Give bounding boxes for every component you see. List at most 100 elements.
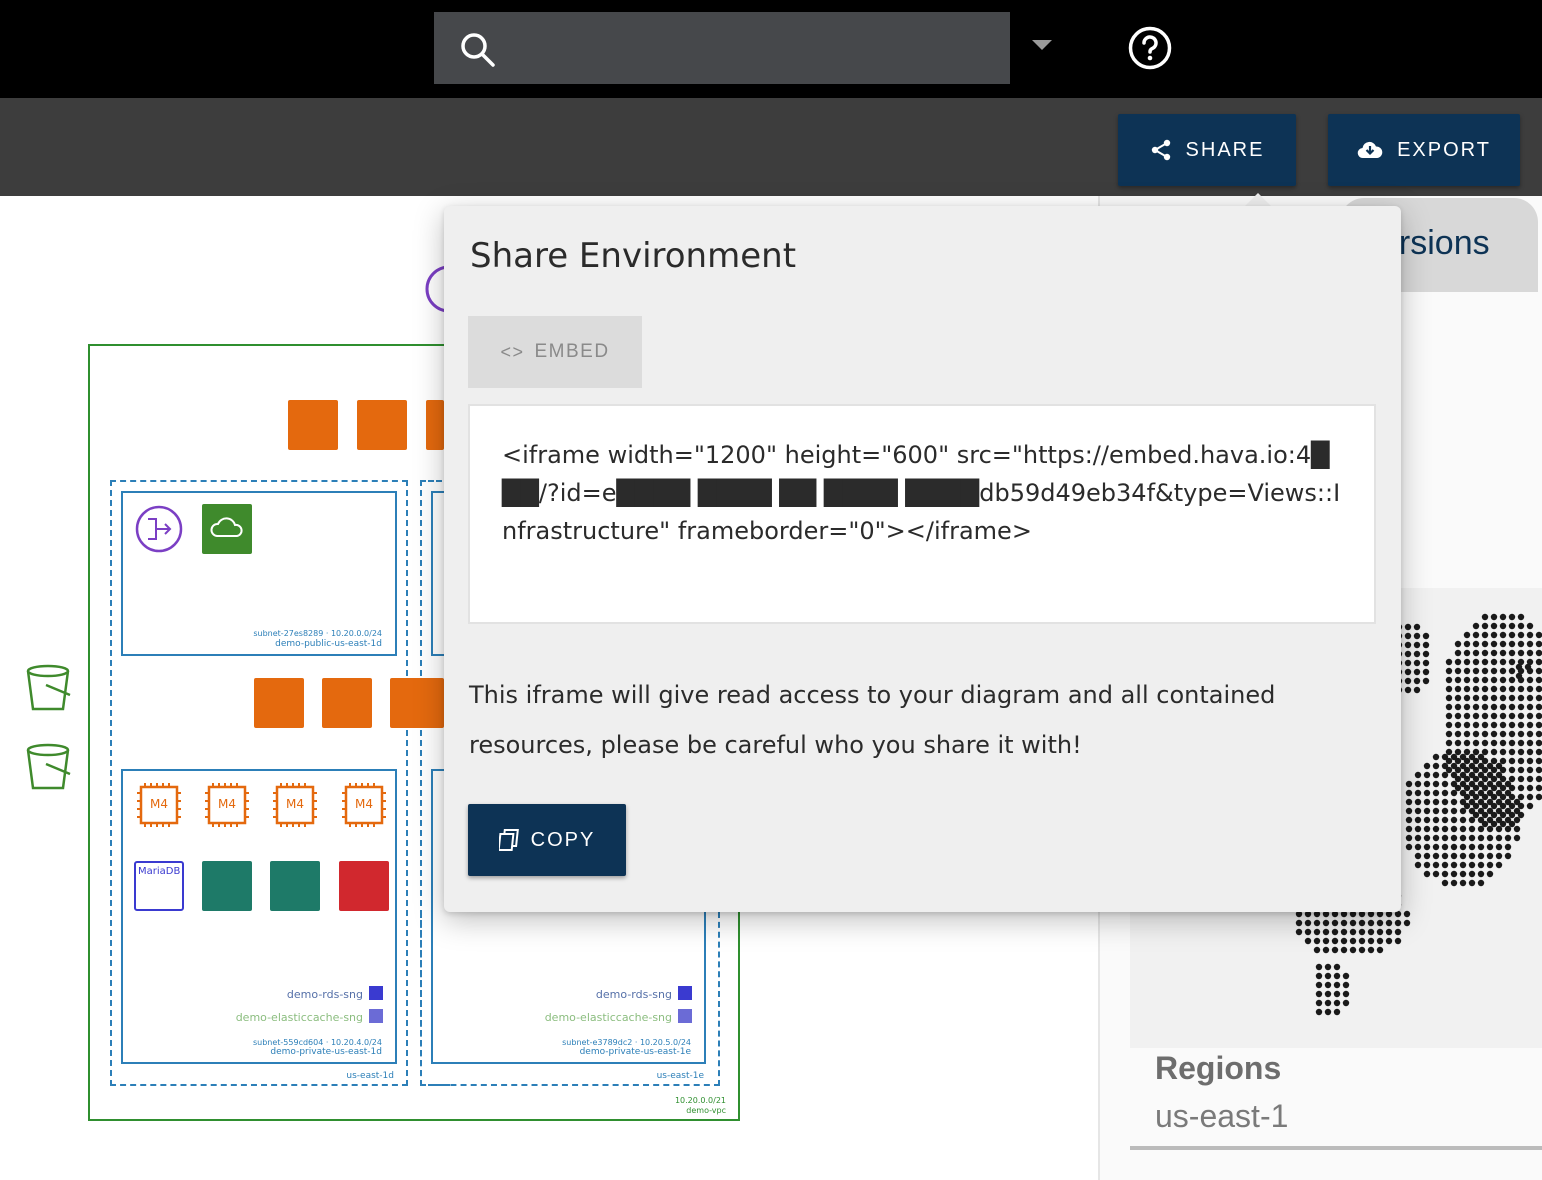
subnet-name: demo-private-us-east-1e bbox=[579, 1047, 691, 1057]
map-dot bbox=[1495, 825, 1503, 833]
map-dot bbox=[1481, 667, 1489, 675]
map-dot bbox=[1504, 816, 1512, 824]
map-dot bbox=[1517, 685, 1525, 693]
map-dot bbox=[1468, 762, 1476, 770]
map-dot bbox=[1454, 658, 1462, 666]
map-dot bbox=[1432, 753, 1440, 761]
map-dot bbox=[1405, 780, 1413, 788]
subnet-group-icon bbox=[678, 1009, 692, 1023]
map-dot bbox=[1477, 834, 1485, 842]
chevron-down-icon[interactable] bbox=[1032, 40, 1052, 50]
map-dot bbox=[1524, 663, 1532, 671]
export-button[interactable]: EXPORT bbox=[1328, 114, 1520, 186]
load-balancer-icon[interactable] bbox=[288, 400, 338, 450]
map-dot bbox=[1499, 694, 1507, 702]
load-balancer-icon[interactable] bbox=[357, 400, 407, 450]
map-dot bbox=[1414, 771, 1422, 779]
map-dot bbox=[1459, 879, 1467, 887]
map-dot bbox=[1414, 843, 1422, 851]
map-dot bbox=[1490, 739, 1498, 747]
map-dot bbox=[1445, 730, 1453, 738]
map-dot bbox=[1535, 694, 1542, 702]
map-dot bbox=[1495, 762, 1503, 770]
map-dot bbox=[1499, 703, 1507, 711]
map-dot bbox=[1463, 730, 1471, 738]
map-dot bbox=[1508, 676, 1516, 684]
mariadb-label: MariaDB bbox=[138, 866, 181, 877]
map-dot bbox=[1472, 640, 1480, 648]
load-balancer-icon[interactable] bbox=[322, 678, 372, 728]
map-dot bbox=[1513, 816, 1521, 824]
mariadb-icon[interactable]: MariaDB bbox=[134, 861, 184, 911]
map-dot bbox=[1404, 659, 1412, 667]
cloud-scaling-icon[interactable] bbox=[202, 504, 252, 554]
map-dot bbox=[1441, 798, 1449, 806]
map-dot bbox=[1472, 703, 1480, 711]
map-dot bbox=[1342, 999, 1350, 1007]
help-icon[interactable] bbox=[1127, 25, 1173, 71]
map-dot bbox=[1468, 861, 1476, 869]
search-icon[interactable] bbox=[458, 30, 498, 70]
map-dot bbox=[1423, 762, 1431, 770]
map-dot bbox=[1441, 816, 1449, 824]
s3-bucket-icon[interactable] bbox=[24, 663, 72, 713]
copy-icon bbox=[498, 829, 519, 851]
map-dot bbox=[1508, 622, 1516, 630]
map-dot bbox=[1490, 748, 1498, 756]
map-dot bbox=[1508, 757, 1516, 765]
map-dot bbox=[1477, 861, 1485, 869]
map-dot bbox=[1454, 694, 1462, 702]
map-dot bbox=[1517, 784, 1525, 792]
elasticache-icon[interactable] bbox=[270, 861, 320, 911]
map-dot bbox=[1508, 748, 1516, 756]
map-dot bbox=[1481, 703, 1489, 711]
nat-gateway-icon[interactable] bbox=[134, 504, 184, 554]
map-dot bbox=[1517, 721, 1525, 729]
map-dot bbox=[1358, 928, 1366, 936]
copy-button[interactable]: COPY bbox=[468, 804, 626, 876]
map-dot bbox=[1468, 753, 1476, 761]
map-dot bbox=[1450, 870, 1458, 878]
export-button-label: EXPORT bbox=[1397, 138, 1491, 161]
map-dot bbox=[1526, 739, 1534, 747]
map-dot bbox=[1526, 622, 1534, 630]
tab-embed[interactable]: <> EMBED bbox=[468, 316, 642, 388]
map-dot bbox=[1404, 632, 1412, 640]
load-balancer-icon[interactable] bbox=[426, 400, 444, 450]
map-dot bbox=[1495, 789, 1503, 797]
s3-bucket-icon[interactable] bbox=[24, 742, 72, 792]
map-dot bbox=[1315, 972, 1323, 980]
load-balancer-icon[interactable] bbox=[254, 678, 304, 728]
load-balancer-icon[interactable] bbox=[390, 678, 444, 728]
map-dot bbox=[1481, 658, 1489, 666]
map-dot bbox=[1414, 789, 1422, 797]
map-dot bbox=[1499, 730, 1507, 738]
map-dot bbox=[1445, 676, 1453, 684]
map-dot bbox=[1441, 807, 1449, 815]
map-dot bbox=[1423, 834, 1431, 842]
map-dot bbox=[1463, 658, 1471, 666]
map-dot bbox=[1432, 780, 1440, 788]
map-dot bbox=[1445, 703, 1453, 711]
map-dot bbox=[1445, 739, 1453, 747]
search-input[interactable] bbox=[434, 12, 1010, 84]
map-dot bbox=[1454, 649, 1462, 657]
map-dot bbox=[1459, 789, 1467, 797]
map-dot bbox=[1413, 668, 1421, 676]
map-dot bbox=[1499, 685, 1507, 693]
map-dot bbox=[1459, 762, 1467, 770]
subnet-name: demo-public-us-east-1d bbox=[275, 639, 382, 649]
map-dot bbox=[1450, 798, 1458, 806]
map-dot bbox=[1432, 798, 1440, 806]
map-dot bbox=[1477, 807, 1485, 815]
map-dot bbox=[1324, 1008, 1332, 1016]
embed-code-field[interactable]: <iframe width="1200" height="600" src="h… bbox=[468, 404, 1376, 624]
map-dot bbox=[1414, 852, 1422, 860]
map-dot bbox=[1499, 613, 1507, 621]
map-dot bbox=[1486, 780, 1494, 788]
elasticache-icon[interactable] bbox=[202, 861, 252, 911]
map-dot bbox=[1526, 784, 1534, 792]
share-button[interactable]: SHARE bbox=[1118, 114, 1296, 186]
application-icon[interactable] bbox=[339, 861, 389, 911]
map-dot bbox=[1459, 861, 1467, 869]
